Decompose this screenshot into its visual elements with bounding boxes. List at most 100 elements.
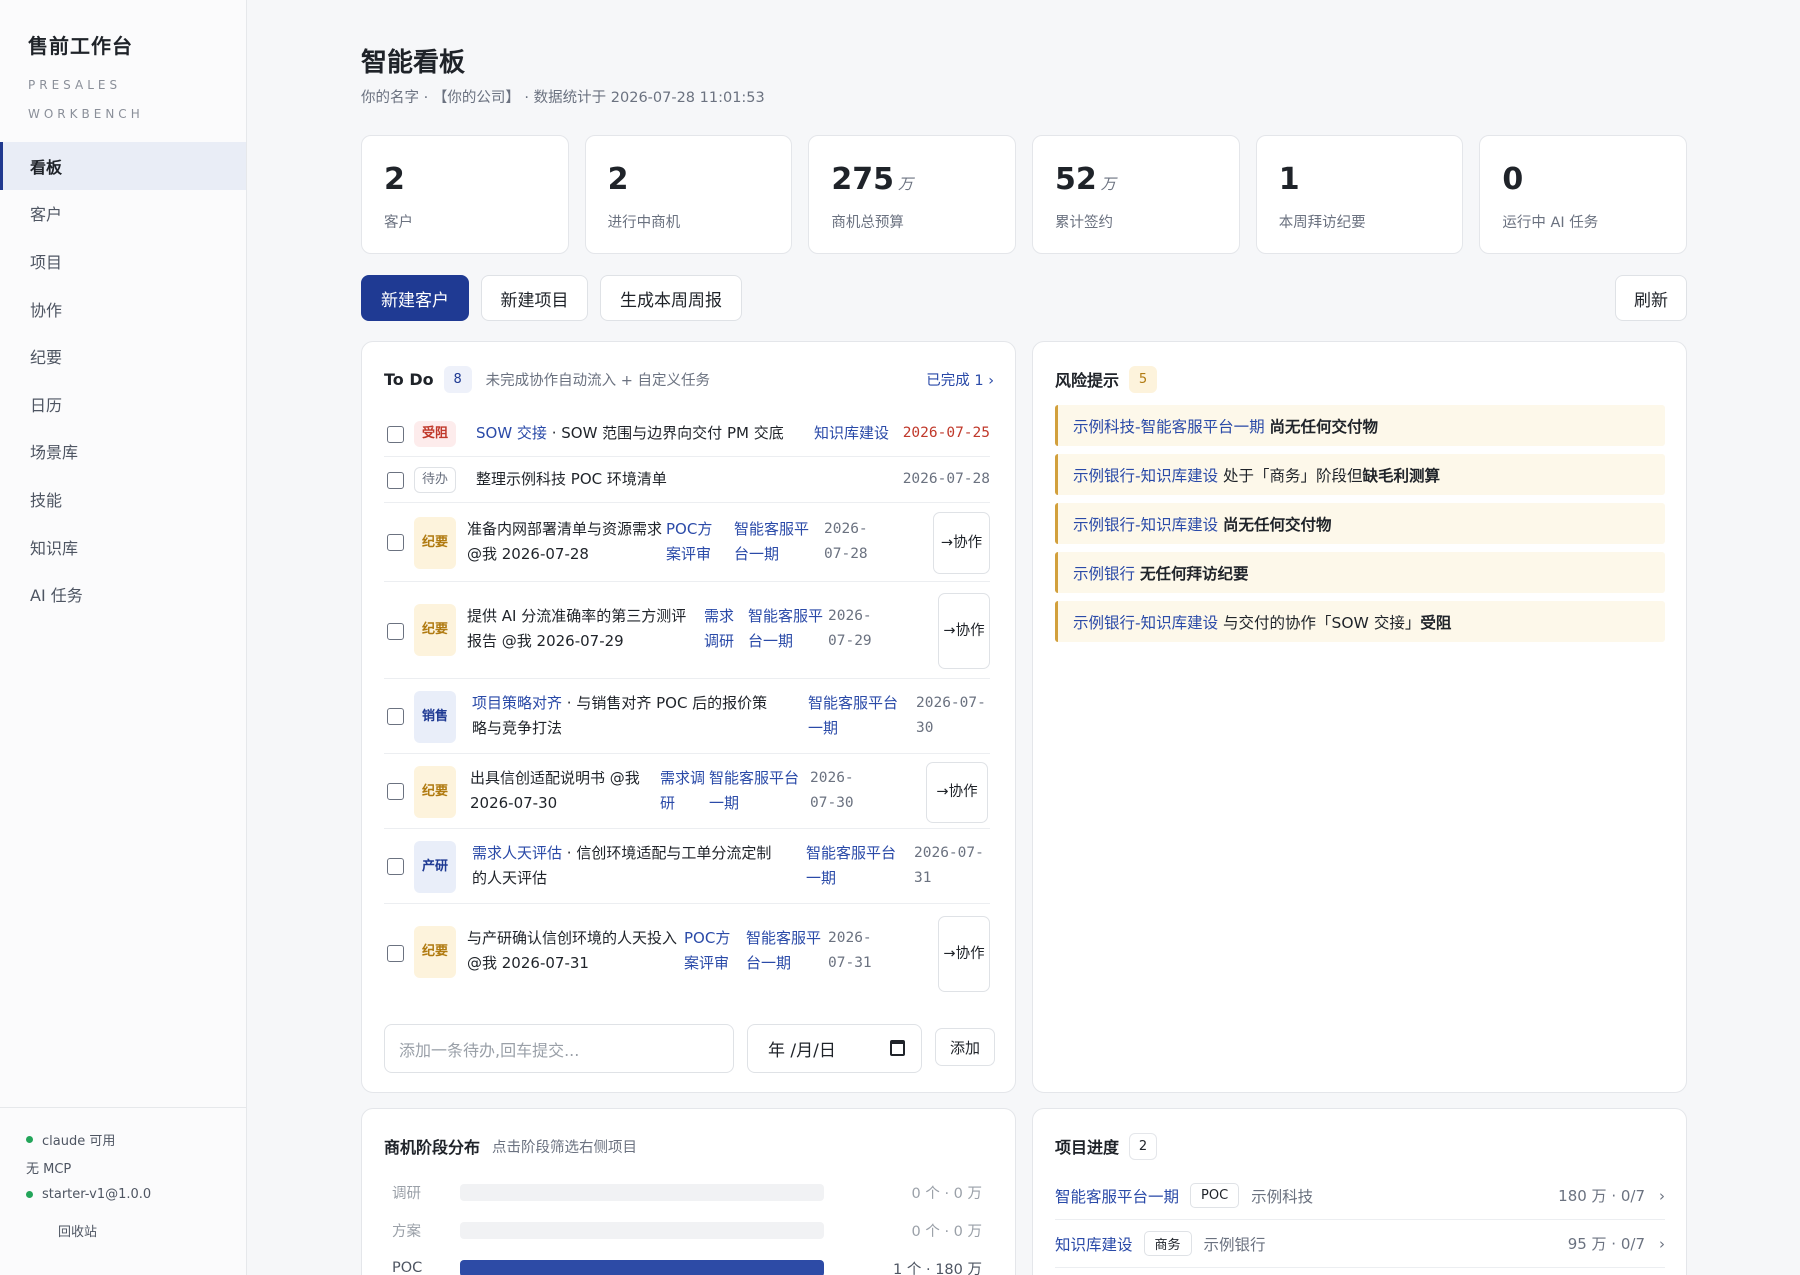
to-collab-button[interactable]: →协作	[926, 762, 988, 823]
nav-item-skills[interactable]: 技能	[0, 475, 246, 523]
todo-date: 2026-07-28	[902, 471, 990, 487]
risk-item: 示例科技-智能客服平台一期 尚无任何交付物	[1055, 405, 1665, 446]
risk-count-badge: 5	[1129, 365, 1158, 393]
stat-label: 本周拜访纪要	[1278, 215, 1366, 231]
todo-checkbox[interactable]	[387, 472, 404, 489]
risk-item: 示例银行 无任何拜访纪要	[1055, 552, 1665, 593]
recycle-bin-link[interactable]: 回收站	[26, 1221, 247, 1240]
todo-project-link[interactable]: 知识库建设	[814, 421, 889, 446]
stat-value: 2	[384, 162, 405, 197]
nav-item-scenarios[interactable]: 场景库	[0, 428, 246, 476]
todo-tag: 待办	[414, 467, 456, 493]
page-meta: 你的名字 · 【你的公司】 · 数据统计于 2026-07-28 11:01:5…	[361, 90, 765, 106]
todo-date: 2026-07-31	[828, 930, 872, 971]
todo-project-link[interactable]: 智能客服平台一期	[746, 926, 822, 976]
nav-item-customers[interactable]: 客户	[0, 190, 246, 238]
todo-count-badge: 8	[443, 365, 472, 393]
todo-subtitle: 未完成协作自动流入 + 自定义任务	[485, 372, 710, 389]
project-stage-tag: POC	[1190, 1183, 1240, 1208]
to-collab-button[interactable]: →协作	[938, 593, 990, 669]
sidebar-status: claude 可用 无 MCP starter-v1@1.0.0 回收站	[0, 1107, 247, 1275]
todo-scene-link[interactable]: POC方案评审	[666, 517, 718, 567]
todo-checkbox[interactable]	[387, 534, 404, 551]
todo-text: 出具信创适配说明书 @我 2026-07-30	[470, 769, 640, 812]
stage-row[interactable]: 方案 0 个 · 0 万	[392, 1215, 982, 1245]
risk-emphasis: 缺毛利测算	[1362, 466, 1441, 485]
project-row[interactable]: 智能客服平台一期 POC 示例科技 180 万 · 0/7 ›	[1055, 1172, 1665, 1220]
stat-card: 52 万累计签约	[1032, 135, 1240, 254]
nav-item-ai-tasks[interactable]: AI 任务	[0, 570, 246, 618]
todo-text: 准备内网部署清单与资源需求 @我 2026-07-28	[467, 520, 663, 563]
todo-scene-link[interactable]: 需求调研	[704, 604, 740, 654]
todo-row: 纪要 出具信创适配说明书 @我 2026-07-30 需求调研 智能客服平台一期…	[384, 754, 990, 829]
todo-checkbox[interactable]	[387, 708, 404, 725]
risk-link[interactable]: 示例银行-知识库建设	[1073, 464, 1218, 486]
risk-link[interactable]: 示例银行-知识库建设	[1073, 513, 1218, 535]
todo-link[interactable]: 需求人天评估	[472, 844, 562, 862]
todo-scene-link[interactable]: 需求调研	[660, 766, 708, 816]
to-collab-button[interactable]: →协作	[938, 916, 990, 992]
todo-tag: 纪要	[414, 517, 456, 569]
todo-project-link[interactable]: 智能客服平台一期	[734, 517, 810, 567]
project-info: 180 万 · 0/7 ›	[1558, 1185, 1665, 1206]
todo-checkbox[interactable]	[387, 858, 404, 875]
date-placeholder: 年 /月/日	[768, 1041, 836, 1061]
stage-value: 0 个 · 0 万	[911, 1223, 983, 1240]
risk-link[interactable]: 示例银行	[1073, 562, 1135, 584]
todo-project-link[interactable]: 智能客服平台一期	[709, 766, 805, 816]
done-toggle-link[interactable]: 已完成 1 ›	[926, 369, 994, 390]
chevron-right-icon: ›	[1659, 1235, 1665, 1253]
refresh-button[interactable]: 刷新	[1615, 275, 1687, 321]
page-title: 智能看板	[361, 48, 466, 78]
todo-text: 整理示例科技 POC 环境清单	[476, 470, 667, 488]
project-name[interactable]: 智能客服平台一期	[1055, 1185, 1179, 1207]
risk-link[interactable]: 示例科技-智能客服平台一期	[1073, 415, 1265, 437]
stage-name: 调研	[392, 1185, 421, 1202]
to-collab-button[interactable]: →协作	[933, 512, 990, 574]
todo-title: To Do	[384, 369, 434, 389]
todo-checkbox[interactable]	[387, 783, 404, 800]
risk-item: 示例银行-知识库建设 处于「商务」阶段但 缺毛利测算	[1055, 454, 1665, 495]
stat-value: 0	[1502, 162, 1524, 197]
calendar-icon[interactable]	[890, 1040, 905, 1056]
risk-link[interactable]: 示例银行-知识库建设	[1073, 611, 1218, 633]
risk-title: 风险提示	[1055, 371, 1120, 390]
todo-date-picker[interactable]: 年 /月/日	[747, 1024, 922, 1073]
add-todo-button[interactable]: 添加	[935, 1028, 995, 1066]
todo-text: SOW 交接 · SOW 范围与边界向交付 PM 交底	[476, 421, 786, 446]
stat-card: 275 万商机总预算	[808, 135, 1017, 254]
project-row[interactable]: 知识库建设 商务 示例银行 95 万 · 0/7 ›	[1055, 1220, 1665, 1268]
new-customer-button[interactable]: 新建客户	[361, 275, 469, 321]
stage-subtitle: 点击阶段筛选右侧项目	[492, 1139, 638, 1156]
nav-item-knowledge[interactable]: 知识库	[0, 523, 246, 571]
todo-link[interactable]: SOW 交接	[476, 424, 547, 442]
project-name[interactable]: 知识库建设	[1055, 1233, 1133, 1255]
todo-checkbox[interactable]	[387, 945, 404, 962]
todo-project-link[interactable]: 智能客服平台一期	[748, 604, 824, 654]
nav-item-calendar[interactable]: 日历	[0, 380, 246, 428]
nav-item-projects[interactable]: 项目	[0, 237, 246, 285]
add-todo-input[interactable]: 添加一条待办,回车提交...	[384, 1024, 734, 1073]
todo-project-link[interactable]: 智能客服平台一期	[806, 841, 904, 891]
risk-emphasis: 尚无任何交付物	[1269, 417, 1379, 436]
stage-bar	[460, 1260, 824, 1275]
todo-checkbox[interactable]	[387, 426, 404, 443]
todo-project-link[interactable]: 智能客服平台一期	[808, 691, 906, 741]
nav-item-minutes[interactable]: 纪要	[0, 332, 246, 380]
stage-row[interactable]: 调研 0 个 · 0 万	[392, 1177, 982, 1207]
risk-emphasis: 无任何拜访纪要	[1139, 564, 1249, 583]
stage-bar	[460, 1184, 824, 1201]
project-info: 95 万 · 0/7 ›	[1568, 1233, 1665, 1254]
stage-row[interactable]: POC 1 个 · 180 万	[392, 1253, 982, 1275]
stat-label: 客户	[384, 215, 413, 231]
weekly-report-button[interactable]: 生成本周周报	[600, 275, 742, 321]
todo-checkbox[interactable]	[387, 623, 404, 640]
todo-tag: 产研	[414, 841, 456, 893]
todo-scene-link[interactable]: POC方案评审	[684, 926, 736, 976]
brand-subtitle: PRESALES WORKBENCH	[28, 78, 144, 121]
nav-item-dashboard[interactable]: 看板	[0, 142, 246, 190]
todo-link[interactable]: 项目策略对齐	[472, 694, 562, 712]
nav-item-collaboration[interactable]: 协作	[0, 285, 246, 333]
stat-card: 1 本周拜访纪要	[1255, 135, 1464, 254]
new-project-button[interactable]: 新建项目	[481, 275, 588, 321]
